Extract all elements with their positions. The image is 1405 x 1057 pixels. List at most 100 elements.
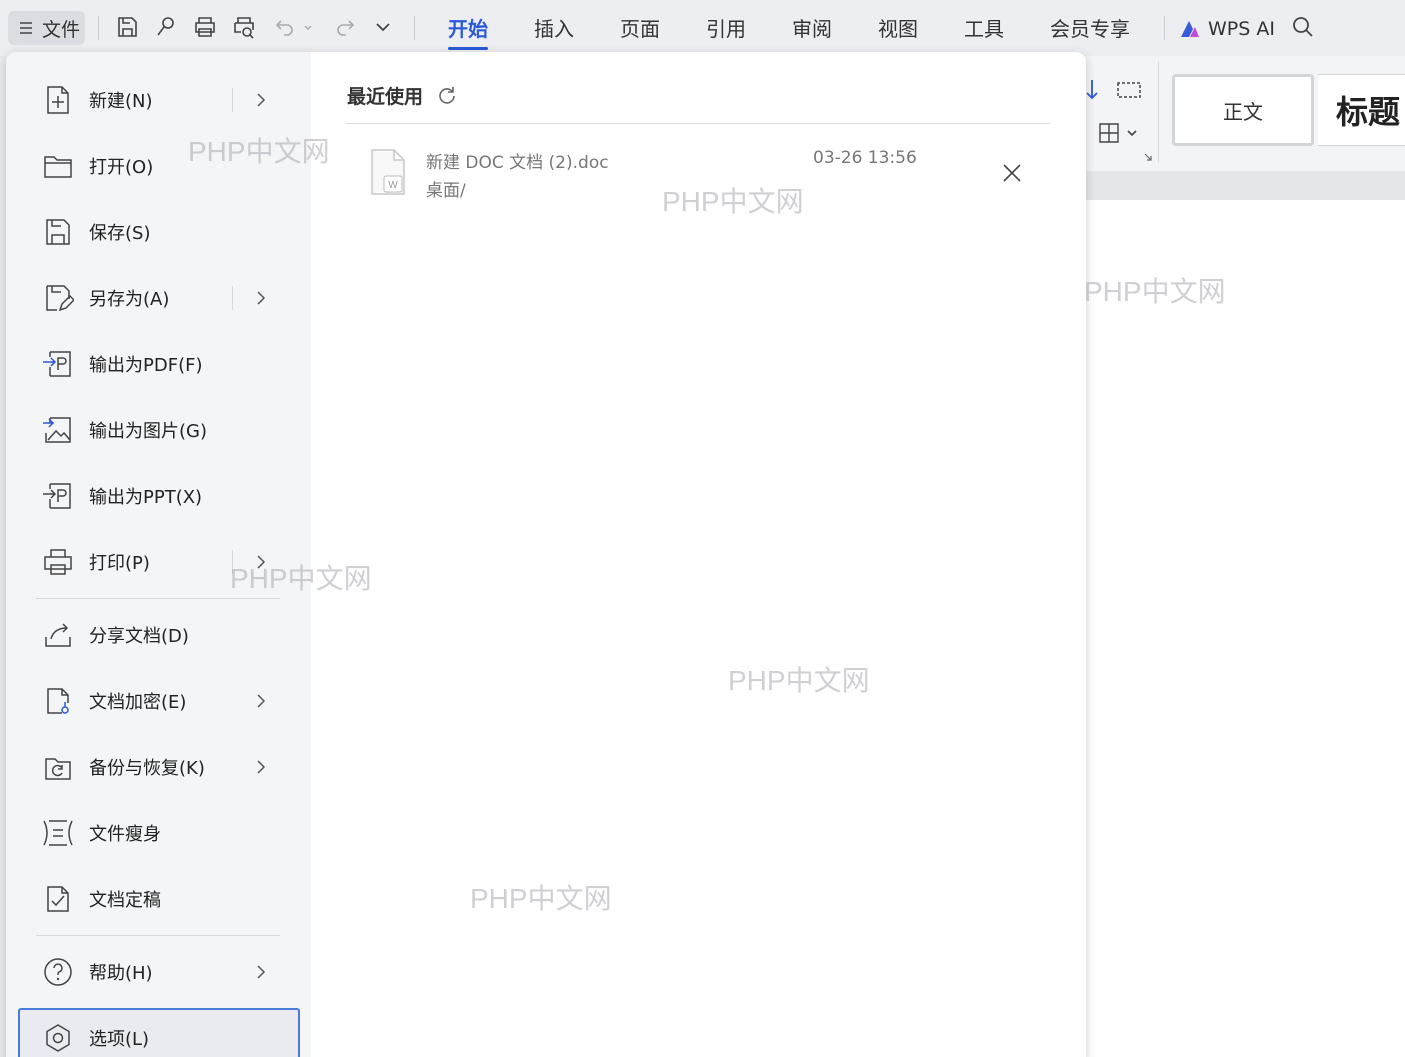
word-doc-icon: W bbox=[368, 148, 408, 196]
top-toolbar: 文件 开始 插入 页面 引用 审阅 视图 工具 会员专享 WPS AI bbox=[0, 0, 1405, 56]
save-as-icon bbox=[42, 282, 74, 314]
menu-item-label: 文档定稿 bbox=[89, 890, 161, 911]
menu-item-save[interactable]: 保存(S) bbox=[18, 204, 300, 260]
menu-divider bbox=[36, 935, 280, 936]
close-icon[interactable] bbox=[1001, 162, 1023, 184]
toolbar-divider bbox=[98, 16, 99, 40]
style-normal[interactable]: 正文 bbox=[1172, 74, 1314, 146]
chevron-right-icon[interactable] bbox=[254, 287, 268, 309]
chevron-right-icon[interactable] bbox=[254, 756, 268, 778]
refresh-icon[interactable] bbox=[435, 84, 459, 108]
toolbar-divider bbox=[1164, 16, 1165, 40]
tab-tools[interactable]: 工具 bbox=[964, 14, 1004, 44]
tab-insert[interactable]: 插入 bbox=[534, 14, 574, 44]
recent-divider bbox=[346, 123, 1050, 124]
watermark: PHP中文网 bbox=[188, 136, 330, 167]
document-page[interactable] bbox=[1080, 200, 1405, 1057]
search-icon[interactable] bbox=[1290, 14, 1318, 42]
watermark: PHP中文网 bbox=[230, 563, 372, 594]
folder-open-icon bbox=[42, 150, 74, 182]
tab-view[interactable]: 视图 bbox=[878, 14, 918, 44]
menu-item-encrypt[interactable]: 文档加密(E) bbox=[18, 673, 300, 729]
recent-file-time: 03-26 13:56 bbox=[813, 148, 917, 168]
paragraph-settings-icon[interactable] bbox=[1143, 152, 1153, 162]
menu-item-label: 打开(O) bbox=[89, 157, 154, 178]
menu-item-label: 输出为图片(G) bbox=[89, 421, 207, 442]
menu-item-help[interactable]: 帮助(H) bbox=[18, 944, 300, 1000]
new-doc-icon bbox=[42, 84, 74, 116]
menu-item-divider bbox=[232, 286, 233, 310]
style-heading[interactable]: 标题 bbox=[1318, 74, 1405, 146]
menu-item-label: 文档加密(E) bbox=[89, 692, 187, 713]
tab-references[interactable]: 引用 bbox=[706, 14, 746, 44]
save-icon[interactable] bbox=[114, 14, 142, 42]
menu-item-new[interactable]: 新建(N) bbox=[18, 72, 300, 128]
menu-item-export-pdf[interactable]: 输出为PDF(F) bbox=[18, 336, 300, 392]
menu-item-backup[interactable]: 备份与恢复(K) bbox=[18, 739, 300, 795]
chevron-right-icon[interactable] bbox=[254, 961, 268, 983]
menu-item-slim[interactable]: 文件瘦身 bbox=[18, 805, 300, 861]
menu-divider bbox=[36, 598, 280, 599]
chevron-right-icon[interactable] bbox=[254, 690, 268, 712]
recent-title: 最近使用 bbox=[347, 86, 424, 108]
wps-ai-button[interactable]: WPS AI bbox=[1178, 14, 1275, 44]
help-icon bbox=[42, 956, 74, 988]
file-slim-icon bbox=[42, 817, 74, 849]
watermark: PHP中文网 bbox=[662, 186, 804, 217]
recent-file-name: 新建 DOC 文档 (2).doc bbox=[426, 153, 609, 173]
share-icon bbox=[42, 619, 74, 651]
menu-item-save-as[interactable]: 另存为(A) bbox=[18, 270, 300, 326]
wps-ai-label: WPS AI bbox=[1208, 18, 1275, 40]
tab-review[interactable]: 审阅 bbox=[792, 14, 832, 44]
file-menu-button[interactable]: 文件 bbox=[8, 11, 85, 45]
menu-item-label: 文件瘦身 bbox=[89, 824, 161, 845]
sort-icon[interactable] bbox=[1084, 78, 1100, 102]
save-icon bbox=[42, 216, 74, 248]
toolbar-divider bbox=[414, 16, 415, 40]
menu-item-label: 输出为PDF(F) bbox=[89, 355, 203, 376]
menu-item-label: 选项(L) bbox=[89, 1029, 150, 1050]
file-menu-label: 文件 bbox=[42, 18, 81, 41]
menu-item-label: 另存为(A) bbox=[89, 289, 170, 310]
undo-dropdown-icon[interactable] bbox=[300, 14, 316, 42]
menu-item-divider bbox=[232, 88, 233, 112]
menu-item-label: 备份与恢复(K) bbox=[89, 758, 205, 779]
show-marks-icon[interactable] bbox=[1116, 80, 1142, 100]
wps-ai-logo-icon bbox=[1178, 17, 1202, 41]
more-dropdown-icon[interactable] bbox=[370, 14, 398, 42]
export-ppt-icon bbox=[42, 480, 74, 512]
print-icon[interactable] bbox=[192, 14, 220, 42]
watermark: PHP中文网 bbox=[728, 665, 870, 696]
finalize-doc-icon bbox=[42, 883, 74, 915]
menu-item-export-ppt[interactable]: 输出为PPT(X) bbox=[18, 468, 300, 524]
menu-item-finalize[interactable]: 文档定稿 bbox=[18, 871, 300, 927]
redo-icon[interactable] bbox=[332, 14, 360, 42]
watermark: PHP中文网 bbox=[1084, 276, 1226, 307]
chevron-right-icon[interactable] bbox=[254, 89, 268, 111]
print-icon bbox=[42, 546, 74, 578]
watermark: PHP中文网 bbox=[470, 883, 612, 914]
backup-restore-icon bbox=[42, 751, 74, 783]
hamburger-icon bbox=[18, 20, 34, 36]
encrypt-doc-icon bbox=[42, 685, 74, 717]
tab-home[interactable]: 开始 bbox=[448, 14, 488, 50]
tab-page[interactable]: 页面 bbox=[620, 14, 660, 44]
menu-item-label: 保存(S) bbox=[89, 223, 151, 244]
menu-item-share[interactable]: 分享文档(D) bbox=[18, 607, 300, 663]
menu-item-label: 帮助(H) bbox=[89, 963, 153, 984]
format-painter-icon[interactable] bbox=[153, 14, 181, 42]
menu-item-label: 新建(N) bbox=[89, 91, 153, 112]
borders-icon[interactable] bbox=[1098, 122, 1140, 144]
options-icon bbox=[42, 1022, 74, 1054]
undo-icon[interactable] bbox=[272, 14, 300, 42]
menu-item-export-image[interactable]: 输出为图片(G) bbox=[18, 402, 300, 458]
tab-member[interactable]: 会员专享 bbox=[1050, 14, 1130, 44]
export-image-icon bbox=[42, 414, 74, 446]
recent-header: 最近使用 bbox=[347, 82, 459, 109]
recent-file-path: 桌面/ bbox=[426, 181, 466, 201]
export-pdf-icon bbox=[42, 348, 74, 380]
menu-item-options[interactable]: 选项(L) bbox=[18, 1008, 300, 1057]
menu-item-label: 打印(P) bbox=[89, 553, 150, 574]
print-preview-icon[interactable] bbox=[231, 14, 259, 42]
file-menu-list: 新建(N) 打开(O) 保存(S) 另存为(A) 输出为PDF(F) 输出为图片… bbox=[6, 52, 311, 1057]
